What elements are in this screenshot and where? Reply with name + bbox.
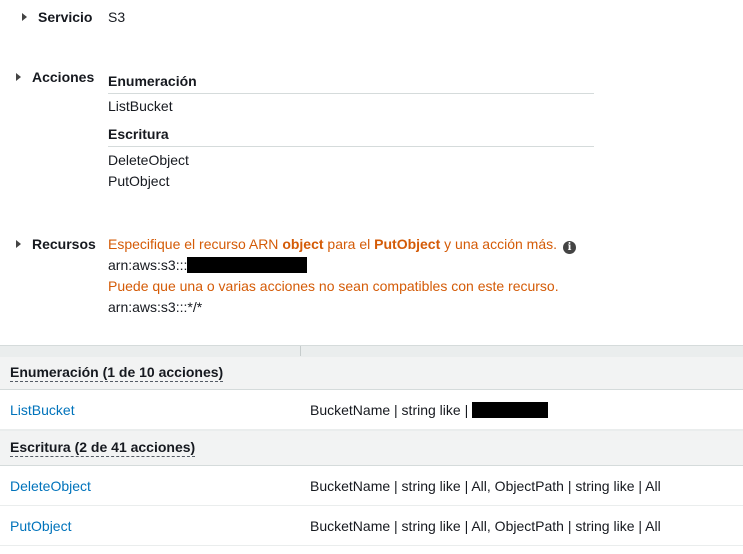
servicio-value: S3	[108, 9, 126, 25]
table-row: ListBucket BucketName | string like |	[0, 390, 743, 430]
acciones-item-putobject: PutObject	[108, 173, 170, 189]
condition-text: BucketName | string like |	[310, 401, 473, 418]
table-header	[0, 345, 743, 356]
action-link-listbucket[interactable]: ListBucket	[10, 402, 75, 418]
table-row: DeleteObject BucketName | string like | …	[0, 466, 743, 506]
warning-prefix: Especifique el recurso ARN	[108, 236, 283, 252]
acciones-toggle[interactable]: Acciones	[16, 69, 94, 85]
action-link-deleteobject[interactable]: DeleteObject	[10, 478, 91, 494]
recursos-arn-1: arn:aws:s3:::	[108, 257, 308, 273]
actions-table: Enumeración (1 de 10 acciones) ListBucke…	[0, 345, 743, 554]
acciones-group-escritura: Escritura	[108, 126, 594, 147]
servicio-label: Servicio	[38, 9, 93, 25]
caret-right-icon	[16, 73, 21, 81]
condition-cell: BucketName | string like | All, ObjectPa…	[310, 517, 661, 534]
caret-right-icon	[22, 13, 27, 21]
recursos-toggle[interactable]: Recursos	[16, 236, 96, 252]
table-group-enumeracion: Enumeración (1 de 10 acciones)	[0, 356, 743, 390]
acciones-label: Acciones	[32, 69, 95, 85]
recursos-warning: Especifique el recurso ARN object para e…	[108, 236, 576, 254]
warning-suffix: y una acción más.	[440, 236, 557, 252]
acciones-item-deleteobject: DeleteObject	[108, 152, 189, 168]
arn-prefix: arn:aws:s3:::	[108, 257, 188, 273]
caret-right-icon	[16, 240, 21, 248]
redacted-block	[187, 257, 308, 273]
policy-summary: Servicio S3 Acciones Enumeración ListBuc…	[0, 0, 743, 345]
action-link-putobject[interactable]: PutObject	[10, 518, 71, 534]
column-divider[interactable]	[300, 346, 301, 356]
recursos-warning-2: Puede que una o varias acciones no sean …	[108, 278, 559, 294]
warning-bold-object: object	[282, 236, 324, 252]
recursos-label: Recursos	[32, 236, 96, 252]
redacted-block	[472, 401, 549, 418]
table-group-escritura: Escritura (2 de 41 acciones)	[0, 430, 743, 466]
servicio-toggle[interactable]: Servicio	[22, 9, 92, 25]
warning-bold-putobject: PutObject	[374, 236, 441, 252]
condition-cell: BucketName | string like | All, ObjectPa…	[310, 477, 661, 494]
acciones-item-listbucket: ListBucket	[108, 98, 173, 114]
acciones-group-enumeracion: Enumeración	[108, 73, 594, 94]
recursos-arn-2: arn:aws:s3:::*/*	[108, 299, 203, 315]
group-title[interactable]: Enumeración (1 de 10 acciones)	[10, 364, 224, 382]
group-title[interactable]: Escritura (2 de 41 acciones)	[10, 439, 196, 457]
condition-cell: BucketName | string like |	[310, 401, 549, 418]
warning-mid: para el	[323, 236, 375, 252]
info-icon[interactable]: i	[563, 241, 576, 254]
table-row: PutObject BucketName | string like | All…	[0, 506, 743, 546]
